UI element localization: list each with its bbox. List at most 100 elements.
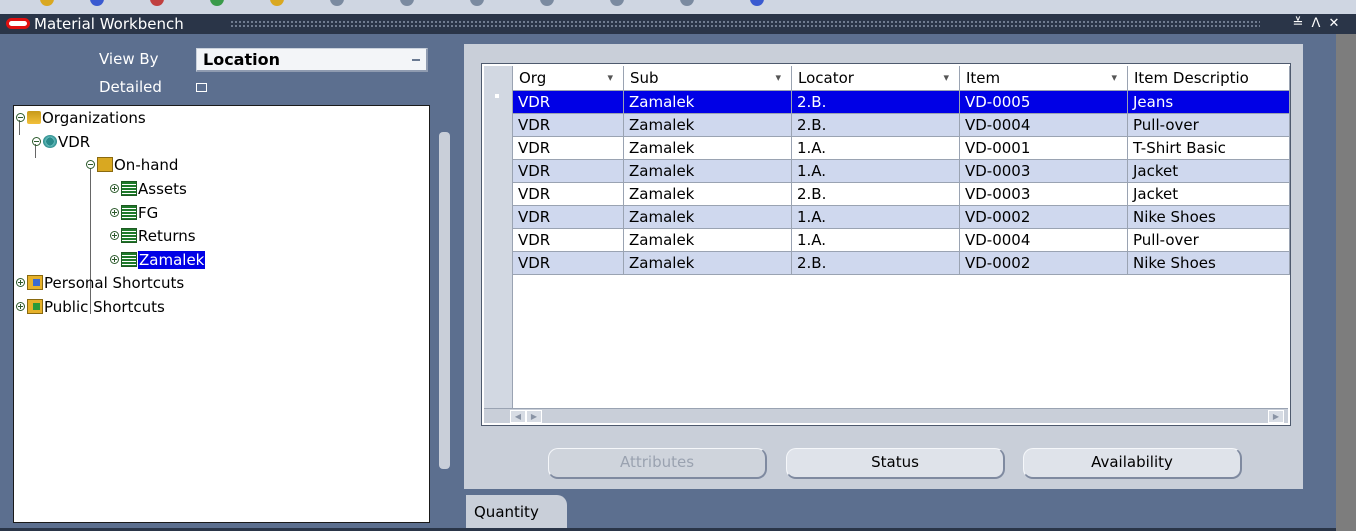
collapse-icon[interactable] [32,137,41,146]
cell-sub[interactable]: Zamalek [624,160,792,183]
detailed-checkbox[interactable] [196,83,207,92]
cell-sub[interactable]: Zamalek [624,252,792,275]
toolbar-icon[interactable] [150,0,164,6]
column-header-item[interactable]: Item ▾ [960,66,1128,91]
tree-node-personal-shortcuts[interactable]: Personal Shortcuts [16,272,184,294]
cell-item[interactable]: VD-0002 [960,252,1128,275]
cell-org[interactable]: VDR [513,114,624,137]
tree-node-organizations[interactable]: Organizations [16,107,146,129]
expand-icon[interactable] [110,208,119,217]
toolbar-icon[interactable] [540,0,554,6]
cell-locator[interactable]: 2.B. [792,114,960,137]
collapse-icon[interactable] [16,113,25,122]
expand-icon[interactable] [16,302,25,311]
expand-icon[interactable] [16,278,25,287]
toolbar-icon[interactable] [680,0,694,6]
cell-sub[interactable]: Zamalek [624,91,792,114]
sort-icon[interactable]: ▾ [775,66,781,90]
column-header-locator[interactable]: Locator ▾ [792,66,960,91]
cell-locator[interactable]: 1.A. [792,206,960,229]
cell-item[interactable]: VD-0004 [960,229,1128,252]
cell-item-description[interactable]: T-Shirt Basic [1128,137,1290,160]
scroll-right-icon[interactable]: ▶ [526,410,542,423]
table-row[interactable]: VDR Zamalek 1.A. VD-0002 Nike Shoes [513,206,1290,229]
cell-item-description[interactable]: Nike Shoes [1128,252,1290,275]
cell-sub[interactable]: Zamalek [624,183,792,206]
sort-icon[interactable]: ▾ [1111,66,1117,90]
expand-icon[interactable] [110,184,119,193]
cell-org[interactable]: VDR [513,137,624,160]
cell-sub[interactable]: Zamalek [624,229,792,252]
panel-splitter[interactable] [439,132,450,469]
table-row[interactable]: VDR Zamalek 1.A. VD-0001 T-Shirt Basic [513,137,1290,160]
tree-node-org[interactable]: VDR [32,131,90,153]
table-row[interactable]: VDR Zamalek 1.A. VD-0003 Jacket [513,160,1290,183]
column-header-org[interactable]: Org ▾ [513,66,624,91]
sort-icon[interactable]: ▾ [943,66,949,90]
cell-org[interactable]: VDR [513,183,624,206]
table-row[interactable]: VDR Zamalek 2.B. VD-0002 Nike Shoes [513,252,1290,275]
tab-quantity[interactable]: Quantity [466,495,567,528]
table-row[interactable]: VDR Zamalek 2.B. VD-0005 Jeans [513,91,1290,114]
cell-item-description[interactable]: Pull-over [1128,229,1290,252]
cell-locator[interactable]: 2.B. [792,252,960,275]
cell-item-description[interactable]: Jacket [1128,160,1290,183]
dropdown-arrow-icon[interactable] [412,59,420,61]
cell-org[interactable]: VDR [513,229,624,252]
toolbar-icon[interactable] [210,0,224,6]
toolbar-icon[interactable] [270,0,284,6]
cell-org[interactable]: VDR [513,206,624,229]
attributes-button[interactable]: Attributes [548,448,767,479]
minimize-icon[interactable]: ≚ [1290,15,1306,33]
scroll-end-icon[interactable]: ▶ [1268,410,1284,423]
cell-item[interactable]: VD-0002 [960,206,1128,229]
cell-sub[interactable]: Zamalek [624,206,792,229]
cell-locator[interactable]: 1.A. [792,229,960,252]
expand-icon[interactable] [110,255,119,264]
tree-node-assets[interactable]: Assets [110,178,187,200]
cell-org[interactable]: VDR [513,252,624,275]
toolbar-icon[interactable] [330,0,344,6]
cell-item[interactable]: VD-0003 [960,183,1128,206]
table-row[interactable]: VDR Zamalek 2.B. VD-0003 Jacket [513,183,1290,206]
toolbar-icon[interactable] [40,0,54,6]
cell-item-description[interactable]: Jacket [1128,183,1290,206]
cell-locator[interactable]: 1.A. [792,137,960,160]
toolbar-icon[interactable] [90,0,104,6]
cell-item[interactable]: VD-0004 [960,114,1128,137]
table-row[interactable]: VDR Zamalek 1.A. VD-0004 Pull-over [513,229,1290,252]
tree-node-on-hand[interactable]: On-hand [86,154,178,176]
cell-locator[interactable]: 2.B. [792,183,960,206]
cell-item[interactable]: VD-0005 [960,91,1128,114]
table-row[interactable]: VDR Zamalek 2.B. VD-0004 Pull-over [513,114,1290,137]
horizontal-scrollbar[interactable]: ◀ ▶ ▶ [484,408,1288,423]
tree-node-fg[interactable]: FG [110,202,158,224]
tree-node-returns[interactable]: Returns [110,225,196,247]
cell-locator[interactable]: 1.A. [792,160,960,183]
view-by-select[interactable]: Location [196,48,428,72]
maximize-icon[interactable]: ᐱ [1308,15,1324,33]
cell-locator[interactable]: 2.B. [792,91,960,114]
cell-item[interactable]: VD-0003 [960,160,1128,183]
close-icon[interactable]: ✕ [1326,15,1342,33]
cell-item-description[interactable]: Pull-over [1128,114,1290,137]
toolbar-icon[interactable] [470,0,484,6]
toolbar-icon[interactable] [610,0,624,6]
toolbar-icon[interactable] [400,0,414,6]
column-header-sub[interactable]: Sub ▾ [624,66,792,91]
tree-node-public-shortcuts[interactable]: Public Shortcuts [16,296,165,318]
tree-node-zamalek[interactable]: Zamalek [110,249,207,271]
cell-org[interactable]: VDR [513,91,624,114]
scroll-left-icon[interactable]: ◀ [510,410,526,423]
expand-icon[interactable] [110,231,119,240]
sort-icon[interactable]: ▾ [607,66,613,90]
column-header-item-description[interactable]: Item Descriptio [1128,66,1290,91]
toolbar-icon[interactable] [750,0,764,6]
cell-item[interactable]: VD-0001 [960,137,1128,160]
status-button[interactable]: Status [786,448,1005,479]
cell-sub[interactable]: Zamalek [624,137,792,160]
cell-item-description[interactable]: Jeans [1128,91,1290,114]
cell-org[interactable]: VDR [513,160,624,183]
cell-item-description[interactable]: Nike Shoes [1128,206,1290,229]
availability-button[interactable]: Availability [1023,448,1242,479]
